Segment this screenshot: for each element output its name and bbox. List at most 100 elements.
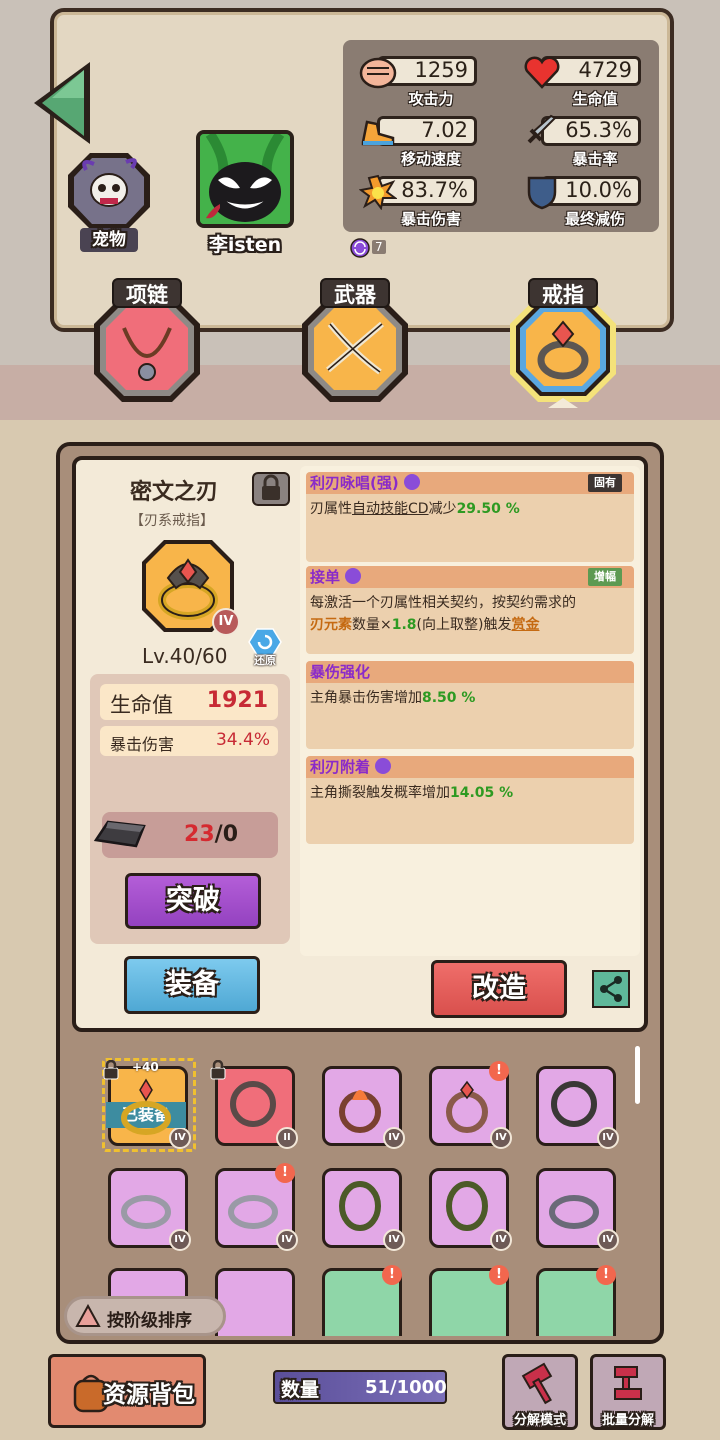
- scrollbar[interactable]: [635, 1046, 640, 1104]
- currency-count: 7: [372, 240, 386, 254]
- count-label: 数量: [281, 1379, 320, 1401]
- shield-icon: [523, 174, 561, 210]
- count-value: 51/1000: [365, 1377, 447, 1398]
- sort-label: 按阶级排序: [107, 1311, 192, 1331]
- stat-row-crit: 暴击伤害 34.4%: [100, 726, 278, 756]
- batch-dismantle-label: 批量分解: [601, 1413, 654, 1428]
- item-tier: IV: [490, 1229, 512, 1251]
- player-name: 李isten: [208, 234, 282, 256]
- affix-2-title: 接单: [310, 568, 341, 586]
- affix-1-title: 利刃咏唱(强): [310, 474, 399, 492]
- item-tier: IV: [597, 1127, 619, 1149]
- lock-icon: [102, 1059, 120, 1080]
- inventory-item[interactable]: [215, 1268, 295, 1336]
- restore-button[interactable]: 还原: [248, 628, 282, 668]
- affix-3-value: 8.50 %: [422, 690, 476, 706]
- inventory-item[interactable]: IV: [536, 1066, 619, 1149]
- stat-crit-rate: 65.3% 暴击率: [523, 112, 643, 168]
- affix-4: 利刃附着 主角撕裂触发概率增加14.05 %: [306, 756, 634, 844]
- stat-damage-reduction-label: 最终减伤: [564, 210, 625, 228]
- affix-1-swirl-icon: [403, 474, 420, 490]
- stats-panel: 1259 攻击力 4729 生命值 7.02 移动速度 65.3% 暴击率 83…: [343, 40, 659, 232]
- plus-level: +40: [132, 1060, 159, 1074]
- item-info-column: 密文之刃 【刃系戒指】 IV Lv.40/60 还原 生命值 1921 暴击伤害…: [90, 466, 290, 946]
- pet-label: 宠物: [80, 228, 138, 252]
- alert-badge-icon: !: [489, 1061, 509, 1081]
- item-type: 【刃系戒指】: [130, 513, 214, 529]
- back-arrow-icon[interactable]: [28, 58, 98, 148]
- affix-2-body: 每激活一个刃属性相关契约，按契约需求的 刃元素数量×1.8(向上取整)触发赏金: [306, 588, 634, 654]
- lock-icon[interactable]: [252, 472, 290, 506]
- affix-1: 利刃咏唱(强) 固有 刃属性自动技能CD减少29.50 %: [306, 472, 634, 562]
- weapon-slot-label: 武器: [320, 278, 390, 308]
- alert-badge-icon: !: [596, 1265, 616, 1285]
- affix-2-mult: 1.8: [391, 617, 417, 633]
- inventory-item[interactable]: IV: [429, 1168, 512, 1251]
- ring-slot-label: 戒指: [528, 278, 598, 308]
- pet-slot[interactable]: 宠物: [66, 150, 152, 252]
- item-tier: IV: [383, 1229, 405, 1251]
- ingot-icon: [92, 816, 148, 852]
- inventory-item[interactable]: IV: [322, 1066, 405, 1149]
- inventory-item[interactable]: IV: [536, 1168, 619, 1251]
- affix-2-mid: 数量×: [352, 617, 392, 633]
- inventory-item[interactable]: IV: [108, 1168, 191, 1251]
- hammer-stack-icon: [614, 1366, 642, 1400]
- alert-badge-icon: !: [489, 1265, 509, 1285]
- stat-crit-damage: 83.7% 暴击伤害: [358, 172, 479, 228]
- stat-crit-rate-label: 暴击率: [572, 150, 618, 168]
- inventory-item[interactable]: II: [215, 1066, 298, 1149]
- necklace-slot[interactable]: 项链: [92, 278, 202, 402]
- item-tier: IV: [169, 1229, 191, 1251]
- weapon-slot[interactable]: 武器: [300, 278, 410, 402]
- heart-icon: [523, 54, 561, 90]
- affix-1-tag: 固有: [588, 474, 622, 492]
- item-tier-badge: IV: [212, 608, 240, 636]
- affix-1-text2: 减少: [428, 501, 457, 517]
- material-need: /0: [214, 822, 238, 847]
- affix-4-text: 主角撕裂触发概率增加: [310, 785, 450, 801]
- dismantle-mode-button[interactable]: 分解模式: [502, 1354, 578, 1430]
- triangle-icon: [75, 1304, 101, 1327]
- affix-4-header: 利刃附着: [306, 756, 634, 778]
- stat-row-hp: 生命值 1921: [100, 684, 278, 720]
- affix-4-body: 主角撕裂触发概率增加14.05 %: [306, 778, 634, 844]
- stat-attack-label: 攻击力: [408, 90, 454, 108]
- item-tier: II: [276, 1127, 298, 1149]
- affix-1-body: 刃属性自动技能CD减少29.50 %: [306, 494, 634, 562]
- breakthrough-button[interactable]: 突破: [125, 873, 261, 929]
- resource-bag-button[interactable]: 资源背包: [48, 1354, 206, 1428]
- resource-bag-label: 资源背包: [103, 1382, 195, 1408]
- batch-dismantle-button[interactable]: 批量分解: [590, 1354, 666, 1430]
- affix-list: 利刃咏唱(强) 固有 刃属性自动技能CD减少29.50 % 接单 增幅 每激活一…: [300, 466, 640, 956]
- sort-button[interactable]: 按阶级排序: [64, 1296, 226, 1336]
- item-name: 密文之刃: [130, 480, 219, 505]
- item-tier: IV: [597, 1229, 619, 1251]
- stat-hp: 4729 生命值: [523, 52, 643, 108]
- reforge-button[interactable]: 改造: [431, 960, 567, 1018]
- hammer-icon: [521, 1362, 553, 1405]
- restore-label: 还原: [254, 654, 276, 667]
- ring-slot[interactable]: 戒指: [508, 278, 618, 408]
- affix-2-swirl-icon: [345, 568, 362, 584]
- inventory-item[interactable]: IV: [322, 1168, 405, 1251]
- stat-speed: 7.02 移动速度: [359, 112, 479, 168]
- affix-4-title: 利刃附着: [310, 758, 371, 776]
- affix-1-header: 利刃咏唱(强) 固有: [306, 472, 634, 494]
- sword-icon: [523, 114, 561, 150]
- affix-4-swirl-icon: [375, 758, 392, 774]
- explosion-icon: [358, 174, 398, 211]
- item-tier: IV: [490, 1127, 512, 1149]
- affix-1-text: 刃属性: [310, 501, 352, 517]
- alert-badge-icon: !: [382, 1265, 402, 1285]
- share-icon[interactable]: [592, 970, 630, 1008]
- equip-button[interactable]: 装备: [124, 956, 260, 1014]
- alert-badge-icon: !: [275, 1163, 295, 1183]
- affix-2-reward[interactable]: 赏金: [511, 617, 539, 633]
- shoe-icon: [359, 114, 397, 150]
- necklace-slot-label: 项链: [112, 278, 182, 308]
- item-stat1-label: 生命值: [110, 693, 173, 717]
- affix-1-link[interactable]: 自动技能CD: [352, 501, 429, 517]
- player-avatar[interactable]: [196, 130, 294, 228]
- currency-badge: 7: [350, 238, 390, 258]
